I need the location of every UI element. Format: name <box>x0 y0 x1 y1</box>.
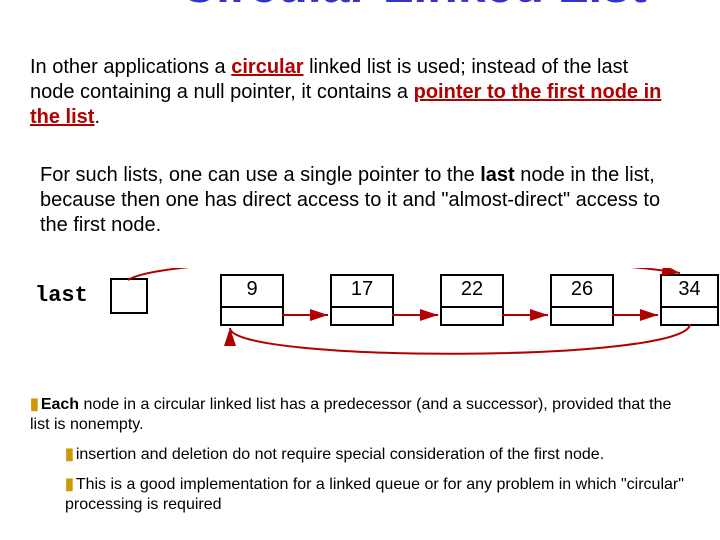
bullet-1: ▮Each node in a circular linked list has… <box>30 395 690 435</box>
slide-title: Circular Linked List <box>180 0 647 10</box>
bullets: ▮Each node in a circular linked list has… <box>30 395 690 525</box>
node-4-value: 26 <box>552 278 612 301</box>
p1-circular: circular <box>231 56 303 78</box>
bullet-icon: ▮ <box>65 476 76 493</box>
p2-pre: For such lists, one can use a single poi… <box>40 164 480 186</box>
paragraph-2: For such lists, one can use a single poi… <box>40 163 680 238</box>
bullet-1-rest: node in a circular linked list has a pre… <box>30 396 671 433</box>
node-2: 17 <box>330 274 394 326</box>
node-3-value: 22 <box>442 278 502 301</box>
node-4: 26 <box>550 274 614 326</box>
bullet-2-text: insertion and deletion do not require sp… <box>76 446 604 463</box>
bullet-3-text: This is a good implementation for a link… <box>65 476 684 513</box>
p2-last: last <box>480 164 514 186</box>
last-pointer-label: last <box>35 283 88 308</box>
bullet-icon: ▮ <box>30 396 41 413</box>
bullet-2: ▮insertion and deletion do not require s… <box>65 445 690 465</box>
node-5-next <box>662 306 717 324</box>
diagram: last 9 17 22 26 34 <box>0 268 720 378</box>
node-1-next <box>222 306 282 324</box>
node-1-value: 9 <box>222 278 282 301</box>
p1-pre: In other applications a <box>30 56 231 78</box>
node-5: 34 <box>660 274 719 326</box>
slide: Circular Linked List In other applicatio… <box>0 0 720 540</box>
node-5-value: 34 <box>662 278 717 301</box>
node-2-next <box>332 306 392 324</box>
node-4-next <box>552 306 612 324</box>
bullet-3: ▮This is a good implementation for a lin… <box>65 475 690 515</box>
bullet-icon: ▮ <box>65 446 76 463</box>
bullet-1-each: Each <box>41 396 79 413</box>
paragraph-1: In other applications a circular linked … <box>30 55 670 130</box>
p1-period: . <box>94 106 100 128</box>
node-3: 22 <box>440 274 504 326</box>
last-pointer-box <box>110 278 148 314</box>
node-2-value: 17 <box>332 278 392 301</box>
node-3-next <box>442 306 502 324</box>
node-1: 9 <box>220 274 284 326</box>
